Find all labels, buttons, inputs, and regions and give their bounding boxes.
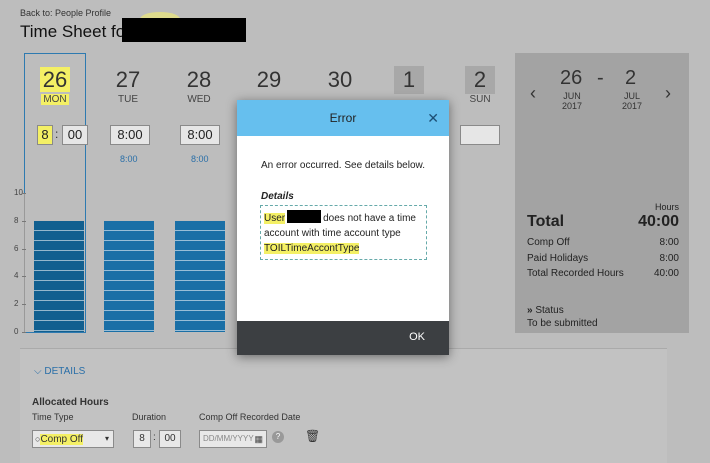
dialog-footer: OK [237, 321, 449, 355]
duration-hours-input[interactable]: 8 [133, 430, 151, 448]
error-dialog: Error ✕ An error occurred. See details b… [237, 100, 449, 355]
chart-tick-label: 8 [14, 215, 19, 225]
double-chevron-icon: » [527, 305, 533, 316]
chevron-left-icon[interactable]: ‹ [530, 83, 536, 104]
chart-bar[interactable] [104, 220, 154, 332]
trash-icon[interactable]: 🗑 [305, 429, 320, 443]
range-end-day: 2 [625, 67, 637, 89]
minutes-input-mon[interactable]: 00 [62, 125, 88, 145]
chevron-right-icon[interactable]: › [665, 83, 671, 104]
day-number: 26 [39, 67, 71, 92]
day-column-sun[interactable]: 2 SUN [449, 66, 511, 105]
col-time-type: Time Type [32, 412, 74, 422]
day-column-thu[interactable]: 29 [238, 66, 300, 94]
time-type-value: Comp Off [40, 434, 84, 445]
day-number: 1 [394, 66, 424, 94]
detail-account-type: TOILTimeAccontType [264, 243, 360, 254]
summary-row-label: Total Recorded Hours [527, 268, 624, 279]
summary-row-value: 8:00 [659, 237, 679, 248]
allocated-hours-title: Allocated Hours [32, 397, 109, 408]
hours-input-sun[interactable] [460, 125, 500, 145]
day-number: 28 [186, 67, 212, 92]
close-icon[interactable]: ✕ [427, 109, 439, 127]
chart-bar[interactable] [34, 220, 84, 332]
details-toggle[interactable]: ⌵ DETAILS [34, 366, 85, 377]
day-of-week: MON [41, 94, 69, 105]
comp-off-date-input[interactable]: DD/MM/YYYY ▦ [199, 430, 267, 448]
chart-tick-mark [22, 220, 26, 222]
chart-tick-mark [22, 332, 26, 333]
redacted-name [122, 18, 246, 42]
chart-tick-mark [22, 248, 26, 250]
range-start-month-year: JUN 2017 [561, 91, 583, 111]
recorded-hours-wed: 8:00 [191, 154, 209, 164]
day-column-wed[interactable]: 28 WED [168, 66, 230, 105]
hours-input-tue[interactable]: 8:00 [110, 125, 150, 145]
day-of-week: TUE [118, 94, 138, 105]
col-duration: Duration [132, 412, 167, 422]
help-icon[interactable]: ? [272, 431, 284, 443]
summary-row-value: 8:00 [659, 253, 679, 264]
chart-tick-label: 6 [14, 243, 19, 253]
range-start-day: 26 [560, 67, 583, 89]
chart-tick-label: 4 [14, 271, 19, 281]
time-separator: : [153, 432, 156, 443]
status-value: To be submitted [527, 318, 598, 329]
dialog-message: An error occurred. See details below. [261, 160, 425, 171]
page-title: Time Sheet for [20, 22, 131, 41]
summary-row-label: Paid Holidays [527, 253, 589, 264]
recorded-hours-tue: 8:00 [120, 154, 138, 164]
day-of-week: WED [187, 94, 211, 105]
dialog-title: Error [237, 100, 449, 136]
chart-tick-label: 2 [14, 299, 19, 309]
hours-input-mon[interactable]: 8 [37, 125, 53, 145]
status-row: » Status [527, 305, 564, 316]
day-of-week: SUN [469, 94, 491, 105]
back-link[interactable]: Back to: People Profile [20, 8, 111, 18]
ok-button[interactable]: OK [409, 331, 425, 343]
redacted-user [287, 210, 322, 223]
dialog-details-box: User does not have a time account with ti… [260, 205, 427, 260]
duration-minutes-input[interactable]: 00 [159, 430, 181, 448]
total-label: Total [527, 213, 565, 230]
hours-input-wed[interactable]: 8:00 [180, 125, 220, 145]
chevron-down-icon: ⌵ [34, 366, 42, 377]
day-column-tue[interactable]: 27 TUE [97, 66, 159, 105]
day-number: 27 [115, 67, 141, 92]
chart-tick-mark [22, 193, 26, 194]
summary-row-label: Comp Off [527, 237, 570, 248]
summary-row-value: 40:00 [653, 268, 679, 279]
chart-tick-label: 0 [14, 327, 19, 336]
chart-tick-mark [22, 304, 26, 306]
col-comp-off-date: Comp Off Recorded Date [199, 412, 301, 422]
day-column-sat[interactable]: 1 [378, 66, 440, 94]
time-separator: : [55, 127, 59, 141]
total-value: 40:00 [638, 213, 679, 230]
chart-axis [24, 193, 25, 333]
time-type-select[interactable]: ○Comp Off ▾ [32, 430, 114, 448]
day-number: 2 [465, 66, 495, 94]
details-panel: ⌵ DETAILS Allocated Hours Time Type Dura… [20, 348, 667, 463]
chevron-down-icon[interactable]: ▾ [105, 431, 109, 447]
day-column-fri[interactable]: 30 [309, 66, 371, 94]
day-number: 30 [327, 67, 353, 92]
dialog-details-title: Details [261, 191, 294, 202]
range-separator: - [597, 67, 604, 89]
day-number: 29 [256, 67, 282, 92]
detail-user: User [264, 213, 286, 224]
hours-label: Hours [654, 202, 679, 212]
chart-bar[interactable] [175, 220, 225, 332]
chart-tick-mark [22, 276, 26, 278]
calendar-icon[interactable]: ▦ [254, 431, 263, 447]
range-end-month-year: JUL 2017 [621, 91, 643, 111]
summary-panel: ‹ 26 JUN 2017 - 2 JUL 2017 › Hours Total 4… [515, 53, 689, 333]
